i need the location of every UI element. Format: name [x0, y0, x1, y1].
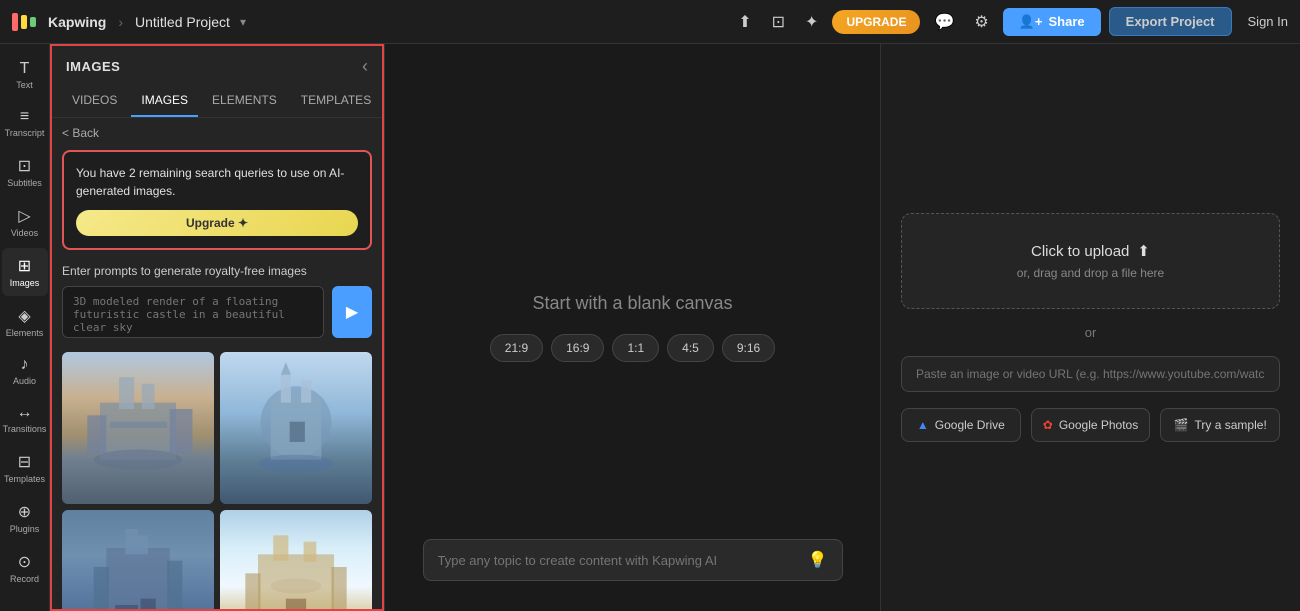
- share-icon: 👤+: [1019, 14, 1043, 30]
- brand-name: Kapwing: [48, 14, 106, 30]
- ai-input-bar: 💡: [423, 539, 843, 581]
- sidebar: T Text ≡ Transcript ⊡ Subtitles ▷ Videos…: [0, 44, 50, 611]
- comment-icon-btn[interactable]: 💬: [928, 6, 960, 38]
- upload-icon: ⬆: [1137, 242, 1150, 260]
- text-icon: T: [20, 60, 30, 78]
- transcript-icon: ≡: [20, 108, 29, 126]
- canvas-title: Start with a blank canvas: [532, 293, 732, 314]
- try-sample-button[interactable]: 🎬 Try a sample!: [1160, 408, 1280, 442]
- tab-images[interactable]: IMAGES: [131, 85, 198, 117]
- upload-subtitle: or, drag and drop a file here: [1017, 266, 1164, 280]
- logo-stripe-2: [21, 15, 27, 29]
- upload-title: Click to upload ⬆: [1031, 242, 1150, 260]
- upgrade-box: You have 2 remaining search queries to u…: [62, 150, 372, 250]
- google-photos-icon: ✿: [1043, 418, 1053, 432]
- aspect-21-9[interactable]: 21:9: [490, 334, 543, 362]
- google-drive-button[interactable]: ▲ Google Drive: [901, 408, 1021, 442]
- subtitles-icon: ⊡: [18, 156, 31, 176]
- export-button[interactable]: Export Project: [1109, 7, 1232, 36]
- tab-videos[interactable]: VIDEOS: [62, 85, 127, 117]
- castle-image-2[interactable]: [220, 352, 372, 504]
- lightbulb-icon: 💡: [808, 550, 828, 570]
- aspect-1-1[interactable]: 1:1: [612, 334, 659, 362]
- tab-templates[interactable]: TEMPLATES: [291, 85, 381, 117]
- templates-icon: ⊟: [18, 452, 31, 472]
- panel-collapse-button[interactable]: ‹: [362, 56, 368, 77]
- aspect-9-16[interactable]: 9:16: [722, 334, 775, 362]
- share-button[interactable]: 👤+ Share: [1003, 8, 1101, 36]
- logo: [12, 12, 40, 32]
- panel-tabs: VIDEOS IMAGES ELEMENTS TEMPLATES: [50, 85, 384, 118]
- panel-content: < Back You have 2 remaining search queri…: [50, 118, 384, 611]
- ai-input-field[interactable]: [438, 553, 798, 568]
- images-panel: IMAGES ‹ VIDEOS IMAGES ELEMENTS TEMPLATE…: [50, 44, 385, 611]
- castle-image-3[interactable]: [62, 510, 214, 611]
- prompt-send-button[interactable]: ▶: [332, 286, 372, 338]
- more-options-icon[interactable]: ···: [6, 594, 44, 611]
- sidebar-item-elements[interactable]: ◈ Elements: [2, 298, 48, 346]
- breadcrumb-sep: ›: [118, 14, 123, 30]
- panel-title: IMAGES: [66, 59, 120, 74]
- sidebar-item-text[interactable]: T Text: [2, 52, 48, 98]
- sidebar-item-record[interactable]: ⊙ Record: [2, 544, 48, 592]
- logo-stripe-3: [30, 17, 36, 27]
- sidebar-item-subtitles[interactable]: ⊡ Subtitles: [2, 148, 48, 196]
- canvas-area: Start with a blank canvas 21:9 16:9 1:1 …: [385, 44, 880, 611]
- castle-image-4[interactable]: [220, 510, 372, 611]
- google-photos-button[interactable]: ✿ Google Photos: [1031, 408, 1151, 442]
- prompt-row: ▶: [62, 286, 372, 338]
- aspect-ratios: 21:9 16:9 1:1 4:5 9:16: [490, 334, 775, 362]
- prompt-label: Enter prompts to generate royalty-free i…: [62, 264, 372, 278]
- transitions-icon: ↔: [17, 404, 33, 422]
- main-layout: T Text ≡ Transcript ⊡ Subtitles ▷ Videos…: [0, 44, 1300, 611]
- upgrade-box-button[interactable]: Upgrade ✦: [76, 210, 358, 236]
- project-chevron[interactable]: ▾: [240, 15, 246, 29]
- upgrade-button[interactable]: UPGRADE: [832, 10, 920, 34]
- sidebar-item-transcript[interactable]: ≡ Transcript: [2, 100, 48, 146]
- sidebar-item-images[interactable]: ⊞ Images: [2, 248, 48, 296]
- sidebar-item-plugins[interactable]: ⊕ Plugins: [2, 494, 48, 542]
- right-panel: Click to upload ⬆ or, drag and drop a fi…: [880, 44, 1300, 611]
- image-grid: [62, 352, 372, 611]
- record-icon: ⊙: [18, 552, 31, 572]
- or-divider: or: [1085, 325, 1097, 340]
- settings-icon-btn[interactable]: ⚙: [968, 6, 994, 38]
- logo-stripe-1: [12, 13, 18, 31]
- signin-button[interactable]: Sign In: [1248, 14, 1288, 29]
- sidebar-item-templates[interactable]: ⊟ Templates: [2, 444, 48, 492]
- panel-header: IMAGES ‹: [50, 44, 384, 77]
- google-drive-icon: ▲: [917, 418, 929, 432]
- brightness-icon-btn[interactable]: ✦: [799, 6, 824, 38]
- tab-elements[interactable]: ELEMENTS: [202, 85, 287, 117]
- project-name: Untitled Project: [135, 14, 230, 30]
- elements-icon: ◈: [18, 306, 30, 326]
- prompt-input[interactable]: [62, 286, 324, 338]
- videos-icon: ▷: [18, 206, 30, 226]
- url-input[interactable]: [901, 356, 1280, 392]
- audio-icon: ♪: [21, 356, 29, 374]
- upgrade-box-text: You have 2 remaining search queries to u…: [76, 164, 358, 200]
- sidebar-item-transitions[interactable]: ↔ Transitions: [2, 396, 48, 442]
- sidebar-item-videos[interactable]: ▷ Videos: [2, 198, 48, 246]
- screen-icon-btn[interactable]: ⊡: [766, 6, 791, 38]
- plugins-icon: ⊕: [18, 502, 31, 522]
- upload-box[interactable]: Click to upload ⬆ or, drag and drop a fi…: [901, 213, 1280, 309]
- send-icon: ▶: [346, 302, 358, 322]
- sample-icon: 🎬: [1174, 418, 1189, 432]
- canvas-center: Start with a blank canvas 21:9 16:9 1:1 …: [490, 293, 775, 362]
- aspect-4-5[interactable]: 4:5: [667, 334, 714, 362]
- images-icon: ⊞: [18, 256, 31, 276]
- back-link[interactable]: < Back: [62, 126, 372, 140]
- upload-icon-btn[interactable]: ⬆: [732, 6, 757, 38]
- aspect-16-9[interactable]: 16:9: [551, 334, 604, 362]
- topbar: Kapwing › Untitled Project ▾ ⬆ ⊡ ✦ UPGRA…: [0, 0, 1300, 44]
- service-buttons: ▲ Google Drive ✿ Google Photos 🎬 Try a s…: [901, 408, 1280, 442]
- sidebar-item-audio[interactable]: ♪ Audio: [2, 348, 48, 394]
- castle-image-1[interactable]: [62, 352, 214, 504]
